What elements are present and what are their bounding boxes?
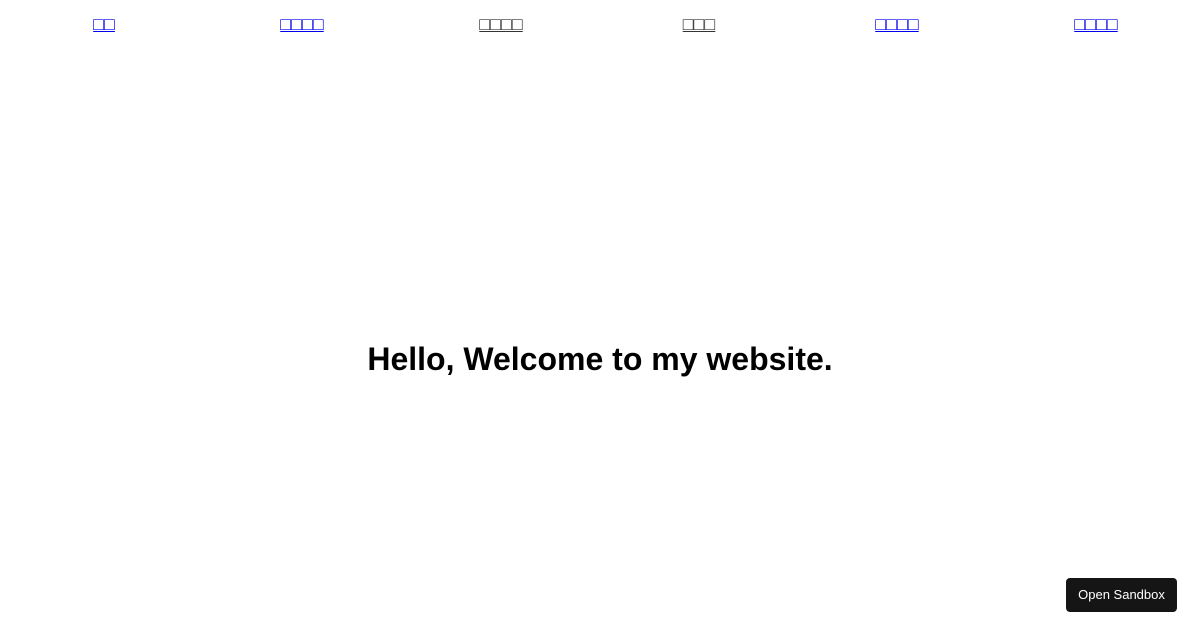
nav-link-2[interactable]: □□□□ [280,12,324,36]
nav-link-5[interactable]: □□□□ [875,12,919,36]
nav-link-6[interactable]: □□□□ [1074,12,1118,36]
nav-link-1[interactable]: □□ [93,12,115,36]
nav-link-3[interactable]: □□□□ [479,12,523,36]
open-sandbox-button[interactable]: Open Sandbox [1066,578,1177,612]
page: □□ □□□□ □□□□ □□□ □□□□ □□□□ Hello, Welcom… [0,0,1200,630]
welcome-heading: Hello, Welcome to my website. [367,341,833,377]
nav-link-4[interactable]: □□□ [683,12,716,36]
top-nav: □□ □□□□ □□□□ □□□ □□□□ □□□□ [0,0,1200,50]
